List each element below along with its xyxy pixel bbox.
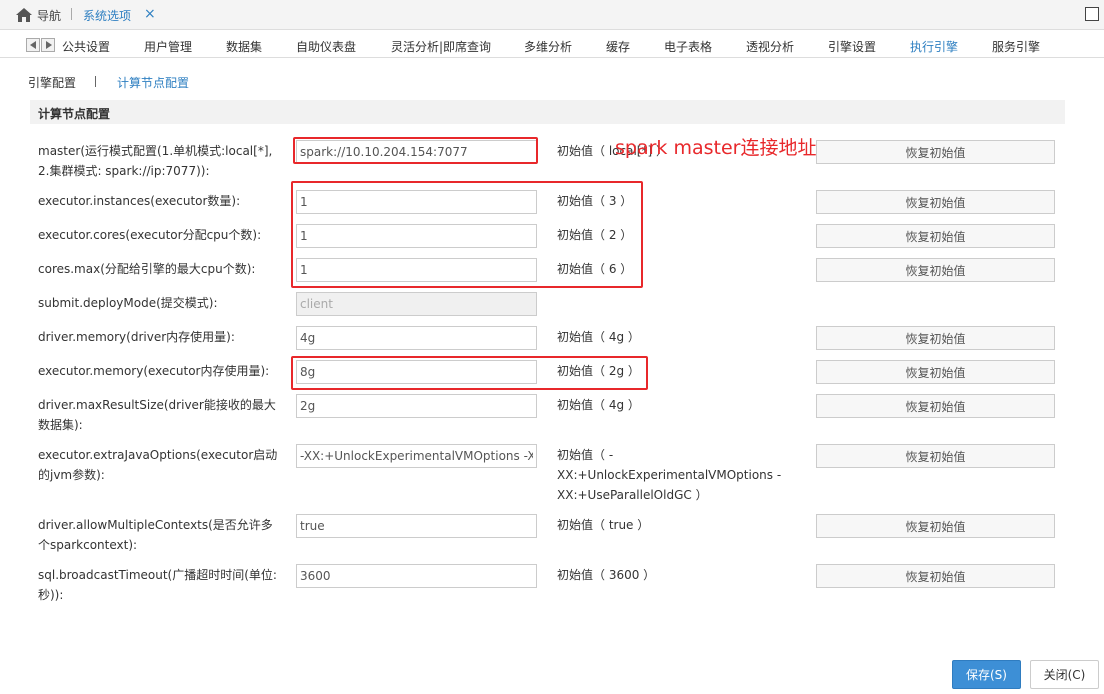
initial-value-executor-cores: 初始值（ 2 ）: [557, 228, 633, 242]
subtab-engine-config[interactable]: 引擎配置: [28, 74, 76, 91]
restore-button-executor-extra-java-options[interactable]: 恢复初始值: [816, 444, 1055, 468]
label-driver-max-result-size: driver.maxResultSize(driver能接收的最大数据集):: [38, 398, 276, 432]
restore-button-cores-max[interactable]: 恢复初始值: [816, 258, 1055, 282]
subtab-compute-node-config[interactable]: 计算节点配置: [117, 74, 189, 91]
label-driver-memory: driver.memory(driver内存使用量):: [38, 330, 235, 344]
tab-multidim-analysis[interactable]: 多维分析: [524, 38, 572, 55]
initial-value-driver-allow-multiple-contexts: 初始值（ true ）: [557, 518, 650, 532]
tab-user-management[interactable]: 用户管理: [144, 38, 192, 55]
nav-label[interactable]: 导航: [37, 7, 61, 24]
label-executor-extra-java-options: executor.extraJavaOptions(executor启动的jvm…: [38, 448, 278, 482]
tab-flexible-analysis[interactable]: 灵活分析|即席查询: [391, 38, 491, 55]
tab-service-engine[interactable]: 服务引擎: [992, 38, 1040, 55]
executor-extra-java-options-input[interactable]: [296, 444, 537, 468]
tab-dataset[interactable]: 数据集: [226, 38, 262, 55]
initial-value-driver-memory: 初始值（ 4g ）: [557, 330, 640, 344]
initial-value-executor-instances: 初始值（ 3 ）: [557, 194, 633, 208]
label-driver-allow-multiple-contexts: driver.allowMultipleContexts(是否允许多个spark…: [38, 518, 273, 552]
restore-button-driver-max-result-size[interactable]: 恢复初始值: [816, 394, 1055, 418]
save-button[interactable]: 保存(S): [952, 660, 1021, 689]
chevron-left-icon: [30, 41, 36, 49]
close-button[interactable]: 关闭(C): [1030, 660, 1099, 689]
executor-instances-input[interactable]: [296, 190, 537, 214]
master-input[interactable]: [296, 140, 537, 164]
restore-button-master[interactable]: 恢复初始值: [816, 140, 1055, 164]
label-executor-cores: executor.cores(executor分配cpu个数):: [38, 228, 262, 242]
tab-system-options[interactable]: 系统选项: [83, 7, 131, 24]
home-icon[interactable]: [15, 7, 33, 23]
tab-spreadsheet[interactable]: 电子表格: [664, 38, 712, 55]
restore-button-executor-cores[interactable]: 恢复初始值: [816, 224, 1055, 248]
label-sql-broadcast-timeout: sql.broadcastTimeout(广播超时时间(单位:秒)):: [38, 568, 277, 602]
tab-cache[interactable]: 缓存: [606, 38, 630, 55]
annotation-text: spark master连接地址: [615, 137, 817, 159]
label-submit-deploy-mode: submit.deployMode(提交模式):: [38, 296, 218, 310]
settings-category-tabs: 公共设置 用户管理 数据集 自助仪表盘 灵活分析|即席查询 多维分析 缓存 电子…: [0, 31, 1104, 58]
cores-max-input[interactable]: [296, 258, 537, 282]
initial-value-sql-broadcast-timeout: 初始值（ 3600 ）: [557, 568, 656, 582]
initial-value-driver-max-result-size: 初始值（ 4g ）: [557, 398, 640, 412]
label-executor-memory: executor.memory(executor内存使用量):: [38, 364, 270, 378]
maximize-icon[interactable]: [1085, 7, 1099, 21]
close-tab-icon[interactable]: ×: [144, 6, 156, 22]
driver-max-result-size-input[interactable]: [296, 394, 537, 418]
initial-value-executor-memory: 初始值（ 2g ）: [557, 364, 640, 378]
tab-pivot-analysis[interactable]: 透视分析: [746, 38, 794, 55]
chevron-right-icon: [46, 41, 52, 49]
submit-deploy-mode-input: [296, 292, 537, 316]
tab-self-service-dashboard[interactable]: 自助仪表盘: [296, 38, 356, 55]
subtab-separator: [95, 76, 96, 87]
nav-separator: [71, 8, 72, 20]
tab-public-settings[interactable]: 公共设置: [62, 38, 110, 55]
initial-value-cores-max: 初始值（ 6 ）: [557, 262, 633, 276]
label-master: master(运行模式配置(1.单机模式:local[*], 2.集群模式: s…: [38, 144, 273, 178]
scroll-left-button[interactable]: [26, 38, 40, 52]
restore-button-executor-instances[interactable]: 恢复初始值: [816, 190, 1055, 214]
executor-memory-input[interactable]: [296, 360, 537, 384]
window-tab-bar: 导航 系统选项 ×: [0, 0, 1104, 30]
driver-memory-input[interactable]: [296, 326, 537, 350]
tab-execution-engine[interactable]: 执行引擎: [910, 38, 958, 55]
restore-button-driver-allow-multiple-contexts[interactable]: 恢复初始值: [816, 514, 1055, 538]
restore-button-driver-memory[interactable]: 恢复初始值: [816, 326, 1055, 350]
section-title: 计算节点配置: [38, 107, 111, 121]
restore-button-executor-memory[interactable]: 恢复初始值: [816, 360, 1055, 384]
tab-engine-settings[interactable]: 引擎设置: [828, 38, 876, 55]
restore-button-sql-broadcast-timeout[interactable]: 恢复初始值: [816, 564, 1055, 588]
sql-broadcast-timeout-input[interactable]: [296, 564, 537, 588]
label-executor-instances: executor.instances(executor数量):: [38, 194, 241, 208]
executor-cores-input[interactable]: [296, 224, 537, 248]
initial-value-executor-extra-java-options: 初始值（ -XX:+UnlockExperimentalVMOptions -X…: [557, 448, 782, 502]
driver-allow-multiple-contexts-input[interactable]: [296, 514, 537, 538]
label-cores-max: cores.max(分配给引擎的最大cpu个数):: [38, 262, 256, 276]
scroll-right-button[interactable]: [41, 38, 55, 52]
section-header: 计算节点配置: [30, 100, 1065, 124]
